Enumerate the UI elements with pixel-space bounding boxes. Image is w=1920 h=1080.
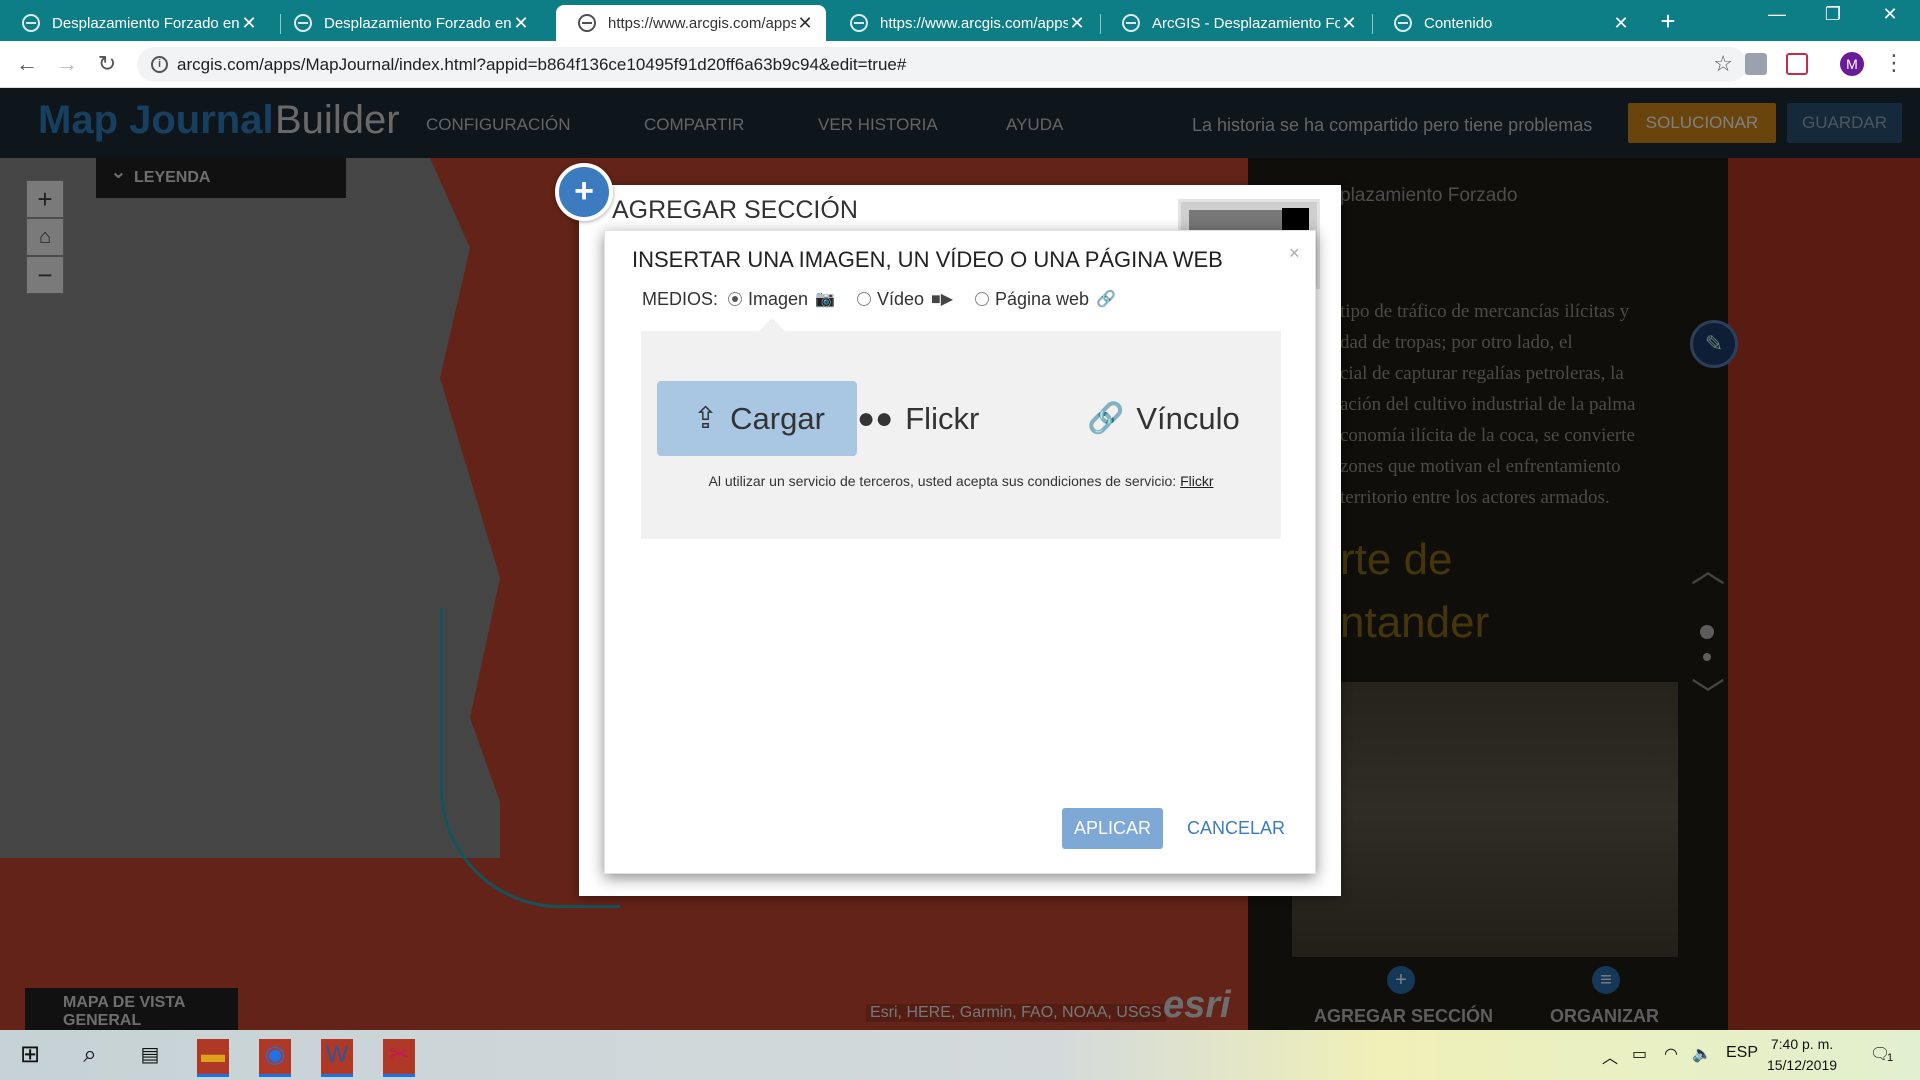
globe-icon [578,14,596,32]
task-view-icon[interactable]: ▤ [134,1039,166,1071]
browser-menu-icon[interactable]: ⋮ [1883,50,1905,76]
browser-tab-strip: Desplazamiento Forzado en Colombia ✕ Des… [0,0,1920,41]
globe-icon [850,14,868,32]
system-clock[interactable]: 7:40 p. m. 15/12/2019 [1762,1034,1842,1076]
link-icon: 🔗 [1087,402,1125,435]
link-icon: 🔗 [1096,291,1116,308]
close-icon[interactable]: ✕ [796,14,814,32]
notification-count: 1 [1887,1052,1894,1064]
window-close-icon[interactable]: ✕ [1862,4,1918,25]
upload-icon: ⇪ [693,402,719,435]
battery-icon[interactable]: ▭ [1632,1044,1647,1064]
browser-tab[interactable]: https://www.arcgis.com/apps/MapJournal ✕ [828,5,1098,41]
media-option-label[interactable]: Vídeo [877,289,924,310]
media-option-image[interactable]: Imagen 📷 [728,289,835,310]
media-option-label[interactable]: Imagen [748,289,808,310]
volume-icon[interactable]: 🔈 [1692,1044,1712,1064]
browser-tab[interactable]: Contenido ✕ [1372,5,1642,41]
language-indicator[interactable]: ESP [1726,1044,1758,1062]
apply-button[interactable]: APLICAR [1062,808,1163,849]
flickr-label[interactable]: Flickr [905,401,979,437]
insert-media-dialog: INSERTAR UNA IMAGEN, UN VÍDEO O UNA PÁGI… [604,230,1316,874]
word-icon[interactable]: W [321,1039,353,1077]
media-option-video[interactable]: Vídeo ■▶ [856,289,953,310]
flickr-button[interactable]: ●● Flickr [857,381,979,456]
forward-arrow-icon[interactable]: → [53,51,81,79]
chrome-icon[interactable]: ◉ [259,1039,291,1077]
close-icon[interactable]: ✕ [240,14,258,32]
wifi-icon[interactable]: ◠ [1664,1044,1678,1064]
back-arrow-icon[interactable]: ← [13,51,41,79]
selector-caret [759,318,785,331]
radio-webpage[interactable] [975,292,989,306]
close-icon[interactable]: ✕ [1340,14,1358,32]
tab-title: https://www.arcgis.com/apps/MapJournal [608,14,796,32]
bookmark-star-icon[interactable]: ☆ [1713,51,1733,77]
tab-title: https://www.arcgis.com/apps/MapJournal [880,14,1068,32]
add-section-plus-icon: + [555,163,613,221]
cancel-button[interactable]: CANCELAR [1181,808,1291,849]
globe-icon [22,14,40,32]
browser-tab[interactable]: Desplazamiento Forzado en Colombia ✕ [272,5,542,41]
reload-icon[interactable]: ↻ [93,51,121,79]
upload-label[interactable]: Cargar [730,401,825,437]
image-source-panel: ⇪ Cargar ●● Flickr 🔗 Vínculo Al utilizar… [641,331,1281,539]
close-icon[interactable]: ✕ [1612,14,1630,32]
restore-icon[interactable]: ❐ [1805,4,1861,25]
info-icon[interactable]: i [151,56,168,73]
media-type-selector: MEDIOS: Imagen 📷 Vídeo ■▶ Página web 🔗 [642,287,1138,311]
windows-start-icon[interactable]: ⊞ [14,1039,46,1071]
close-icon[interactable]: ✕ [512,14,530,32]
radio-image[interactable] [728,292,743,306]
windows-taskbar: ⊞ ⌕ ▤ ▬ ◉ W ✂ ︿ ▭ ◠ 🔈 ESP 7:40 p. m. 15/… [0,1030,1920,1080]
extension-icon[interactable] [1786,53,1808,75]
close-icon[interactable]: × [1289,243,1300,264]
video-camera-icon: ■▶ [931,291,953,308]
file-explorer-icon[interactable]: ▬ [197,1039,229,1077]
tab-title: Contenido [1424,14,1493,32]
radio-video[interactable] [856,292,871,306]
flickr-icon: ●● [857,401,894,435]
link-button[interactable]: 🔗 Vínculo [1087,381,1240,456]
clock-time: 7:40 p. m. [1770,1036,1834,1052]
tray-chevron-up-icon[interactable]: ︿ [1602,1044,1618,1068]
browser-tab[interactable]: ArcGIS - Desplazamiento Forzado ✕ [1100,5,1370,41]
profile-avatar[interactable]: M [1840,52,1864,76]
tab-title: Desplazamiento Forzado en Colombia [324,14,512,32]
media-label: MEDIOS: [642,288,719,309]
media-option-webpage[interactable]: Página web 🔗 [975,289,1116,310]
browser-tab[interactable]: Desplazamiento Forzado en Colombia ✕ [0,5,270,41]
flickr-terms-link[interactable]: Flickr [1180,473,1213,489]
snipping-tool-icon[interactable]: ✂ [383,1039,415,1077]
new-tab-button[interactable]: + [1655,8,1681,34]
globe-icon [1122,14,1140,32]
upload-button[interactable]: ⇪ Cargar [657,381,857,456]
browser-toolbar: ← → ↻ i arcgis.com/apps/MapJournal/index… [0,41,1920,88]
address-bar[interactable]: i arcgis.com/apps/MapJournal/index.html?… [137,47,1747,82]
close-icon[interactable]: ✕ [1068,14,1086,32]
search-icon[interactable]: ⌕ [74,1039,106,1071]
tab-title: ArcGIS - Desplazamiento Forzado [1152,14,1340,32]
clock-date: 15/12/2019 [1766,1057,1838,1073]
camera-icon: 📷 [815,291,835,308]
url-text[interactable]: arcgis.com/apps/MapJournal/index.html?ap… [177,55,906,75]
media-option-label[interactable]: Página web [995,289,1089,310]
tab-title: Desplazamiento Forzado en Colombia [52,14,240,32]
dialog-title: INSERTAR UNA IMAGEN, UN VÍDEO O UNA PÁGI… [632,247,1223,272]
add-section-title: AGREGAR SECCIÓN [612,196,858,224]
globe-icon [1394,14,1412,32]
browser-tab-active[interactable]: https://www.arcgis.com/apps/MapJournal ✕ [556,5,826,41]
terms-text: Al utilizar un servicio de terceros, ust… [708,473,1177,489]
minimize-icon[interactable]: — [1749,4,1805,25]
link-label[interactable]: Vínculo [1136,401,1239,437]
terms-notice: Al utilizar un servicio de terceros, ust… [641,473,1281,489]
globe-icon [294,14,312,32]
extension-icon[interactable] [1745,53,1767,75]
